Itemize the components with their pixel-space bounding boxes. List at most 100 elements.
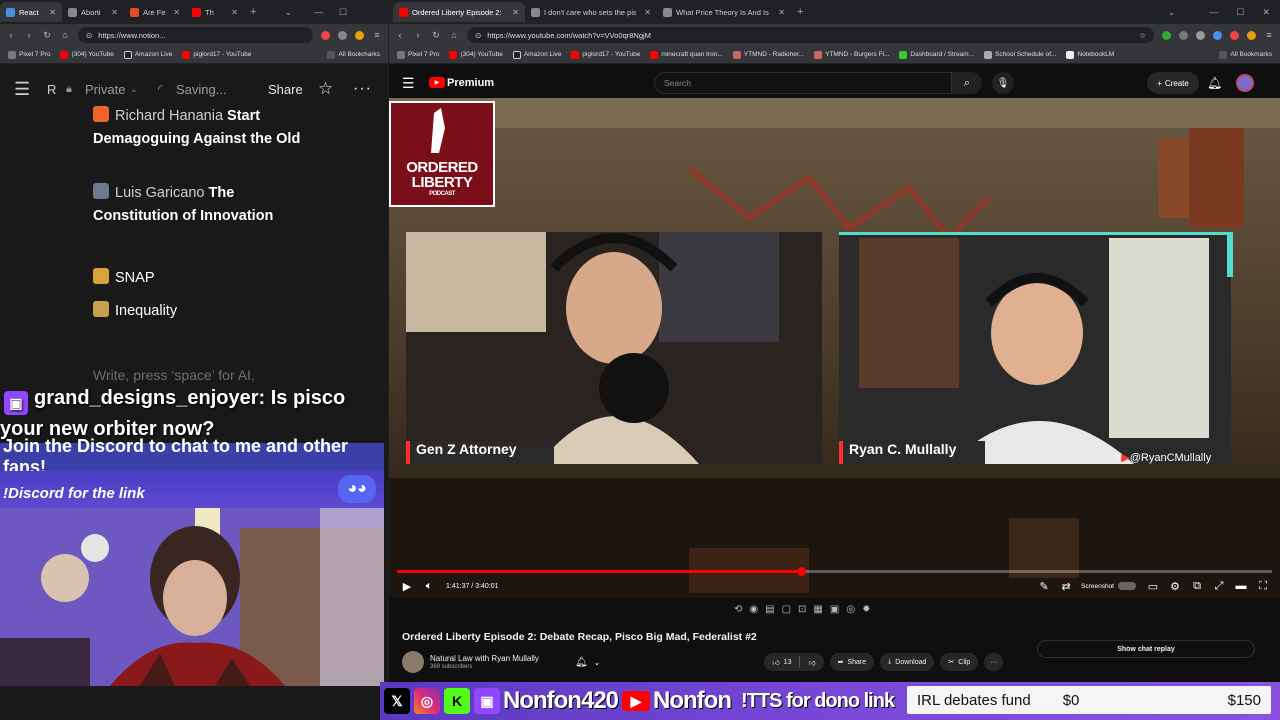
- theater-icon[interactable]: ▬: [1230, 580, 1252, 592]
- show-chat-replay-button[interactable]: Show chat replay: [1037, 640, 1255, 658]
- forward-icon[interactable]: ›: [413, 30, 423, 40]
- more-actions-button[interactable]: ···: [984, 653, 1004, 671]
- topic-item[interactable]: SNAP: [93, 267, 303, 290]
- camera-icon[interactable]: ◎: [846, 604, 855, 615]
- bookmark-item[interactable]: Amazon Live: [512, 50, 561, 59]
- menu-icon[interactable]: ≡: [372, 30, 382, 40]
- bookmark-item[interactable]: Dashboard / Stream...: [899, 50, 974, 59]
- back-icon[interactable]: ‹: [395, 30, 405, 40]
- grid-icon[interactable]: ▦: [813, 604, 822, 615]
- gear-icon[interactable]: ✹: [862, 604, 870, 615]
- avatar[interactable]: [1236, 74, 1254, 92]
- extension-icon[interactable]: [1213, 30, 1222, 40]
- screenshot-label[interactable]: Screenshot: [1081, 583, 1114, 590]
- bell-icon[interactable]: 🔔︎: [575, 657, 588, 668]
- progress-bar[interactable]: [397, 567, 1272, 576]
- bookmark-item[interactable]: Pixel 7 Pro: [397, 50, 439, 59]
- picture-icon[interactable]: ▣: [830, 604, 839, 615]
- search-input[interactable]: Search: [654, 72, 952, 94]
- chevron-down-icon[interactable]: ⌄: [594, 658, 601, 667]
- tab-ordered-liberty[interactable]: Ordered Liberty Episode 2: Deb ✕: [393, 2, 525, 22]
- home-icon[interactable]: ⌂: [60, 30, 70, 40]
- loop-icon[interactable]: ⇄: [1055, 580, 1077, 593]
- tab-pisco[interactable]: I don't care who sets the pisco ✕: [525, 2, 657, 22]
- tab-are-fe[interactable]: Are Fe ✕: [124, 2, 186, 22]
- tab-search-icon[interactable]: ⌄: [1168, 7, 1176, 18]
- bookmark-item[interactable]: NotebookLM: [1066, 50, 1114, 59]
- site-info-icon[interactable]: ⊙: [86, 31, 92, 40]
- maximize-icon[interactable]: ☐: [339, 7, 347, 18]
- list-item[interactable]: Luis Garicano The Constitution of Innova…: [93, 182, 303, 228]
- audio-icon[interactable]: ◉: [749, 604, 758, 615]
- reload-icon[interactable]: ↻: [431, 30, 441, 41]
- more-options-icon[interactable]: ···: [353, 80, 372, 98]
- notifications-icon[interactable]: 🔔︎: [1207, 76, 1222, 90]
- site-info-icon[interactable]: ⊙: [475, 31, 481, 40]
- extension-icon[interactable]: [321, 30, 330, 40]
- bookmark-item[interactable]: Amazon Live: [123, 50, 172, 59]
- loop-icon[interactable]: ⟲: [734, 604, 742, 615]
- profile-icon[interactable]: [355, 30, 364, 40]
- tab-aborti[interactable]: Aborti ✕: [62, 2, 124, 22]
- star-icon[interactable]: ☆: [318, 79, 333, 99]
- guide-menu-icon[interactable]: ☰: [402, 75, 415, 92]
- share-button[interactable]: Share: [268, 82, 303, 97]
- bookmark-item[interactable]: School Schedule of...: [984, 50, 1056, 59]
- miniplayer-icon[interactable]: ⧉: [1186, 580, 1208, 593]
- youtube-logo-icon[interactable]: ▶: [429, 77, 445, 88]
- fullscreen-icon[interactable]: ⛶: [1252, 580, 1274, 593]
- search-button[interactable]: ⌕: [952, 72, 982, 94]
- minimize-icon[interactable]: —: [1209, 7, 1218, 17]
- minimize-icon[interactable]: —: [314, 7, 323, 17]
- page-title-truncated[interactable]: R: [47, 82, 56, 97]
- tab-th[interactable]: Th ✕: [186, 2, 244, 22]
- premium-label[interactable]: Premium: [447, 77, 494, 89]
- video-player[interactable]: ORDERED LIBERTY PODCAST Gen Z Attorney R…: [389, 98, 1280, 598]
- settings-icon[interactable]: ⚙: [1164, 580, 1186, 593]
- screen-icon[interactable]: ▢: [782, 604, 791, 615]
- new-tab-icon[interactable]: +: [250, 6, 256, 18]
- all-bookmarks[interactable]: All Bookmarks: [1219, 50, 1272, 59]
- thumbs-down-icon[interactable]: 👎︎: [808, 658, 815, 667]
- autoplay-toggle[interactable]: [1118, 582, 1136, 590]
- close-icon[interactable]: ✕: [512, 8, 519, 17]
- menu-icon[interactable]: ≡: [1264, 30, 1274, 40]
- clapper-icon[interactable]: ▤: [765, 604, 774, 615]
- back-icon[interactable]: ‹: [6, 30, 16, 40]
- bookmark-item[interactable]: (304) YouTube: [60, 50, 114, 59]
- channel-name[interactable]: Natural Law with Ryan Mullally: [430, 654, 539, 663]
- address-bar[interactable]: ⊙ https://www.notion...: [78, 27, 313, 43]
- close-icon[interactable]: ✕: [111, 8, 118, 17]
- tab-react[interactable]: React ✕: [0, 2, 62, 22]
- download-button[interactable]: ⤓ Download: [880, 653, 935, 671]
- create-button[interactable]: + Create: [1147, 72, 1199, 94]
- address-bar[interactable]: ⊙ https://www.youtube.com/watch?v=VVo0qr…: [467, 27, 1154, 43]
- privacy-label[interactable]: Private: [85, 82, 125, 97]
- bookmark-item[interactable]: Pixel 7 Pro: [8, 50, 50, 59]
- pencil-icon[interactable]: ✎: [1033, 580, 1055, 593]
- extension-icon[interactable]: [1230, 30, 1239, 40]
- sidebar-menu-icon[interactable]: ☰: [14, 79, 30, 100]
- close-window-icon[interactable]: ✕: [1262, 7, 1270, 18]
- close-icon[interactable]: ✕: [778, 8, 785, 17]
- bookmark-item[interactable]: piglord17 - YouTube: [182, 50, 251, 59]
- bookmark-star-icon[interactable]: ☆: [1139, 31, 1146, 40]
- bookmark-item[interactable]: (304) YouTube: [449, 50, 503, 59]
- theater-mode-icon[interactable]: ⤢: [1208, 580, 1230, 593]
- frame-icon[interactable]: ⊡: [798, 604, 806, 615]
- like-button[interactable]: 👍︎ 13 👎︎: [764, 653, 824, 671]
- home-icon[interactable]: ⌂: [449, 30, 459, 40]
- extension-icon[interactable]: [1179, 30, 1188, 40]
- extension-icon[interactable]: [1162, 30, 1171, 40]
- channel-avatar[interactable]: [402, 651, 424, 673]
- close-icon[interactable]: ✕: [173, 8, 180, 17]
- bookmark-item[interactable]: piglord17 - YouTube: [571, 50, 640, 59]
- maximize-icon[interactable]: ☐: [1236, 7, 1244, 18]
- share-button[interactable]: ➦ Share: [829, 653, 875, 671]
- close-icon[interactable]: ✕: [231, 8, 238, 17]
- profile-icon[interactable]: [1247, 30, 1256, 40]
- close-icon[interactable]: ✕: [49, 8, 56, 17]
- extension-icon[interactable]: [338, 30, 347, 40]
- volume-icon[interactable]: 🔈︎: [418, 580, 440, 593]
- play-icon[interactable]: ▶: [396, 580, 418, 593]
